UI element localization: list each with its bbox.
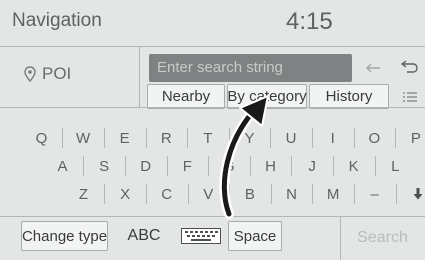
key-dash[interactable]: –	[357, 181, 392, 207]
key-x[interactable]: X	[108, 181, 143, 207]
key-u[interactable]: U	[274, 125, 309, 151]
tab-nearby[interactable]: Nearby	[147, 84, 225, 109]
key-separator	[104, 184, 106, 204]
key-separator	[395, 184, 397, 204]
return-icon	[401, 60, 418, 73]
key-separator	[353, 128, 355, 148]
key-k[interactable]: K	[336, 153, 371, 179]
key-e[interactable]: E	[107, 125, 142, 151]
key-separator	[270, 184, 272, 204]
key-m[interactable]: M	[316, 181, 351, 207]
return-button[interactable]	[396, 54, 424, 80]
key-s[interactable]: S	[87, 153, 122, 179]
key-separator	[62, 128, 64, 148]
key-o[interactable]: O	[357, 125, 392, 151]
key-d[interactable]: D	[128, 153, 163, 179]
down-arrow-icon	[413, 188, 423, 200]
key-y[interactable]: Y	[232, 125, 267, 151]
location-pin-icon	[24, 66, 36, 82]
key-r[interactable]: R	[149, 125, 184, 151]
keyboard-icon[interactable]	[181, 228, 221, 244]
key-b[interactable]: B	[232, 181, 267, 207]
key-separator	[83, 156, 85, 176]
key-separator	[311, 128, 313, 148]
key-separator	[145, 184, 147, 204]
key-q[interactable]: Q	[24, 125, 59, 151]
key-separator	[249, 156, 251, 176]
key-t[interactable]: T	[190, 125, 225, 151]
key-separator	[353, 184, 355, 204]
backspace-arrow-icon	[366, 63, 380, 73]
navigation-screen: Navigation 4:15 POI Enter search string …	[0, 0, 425, 260]
key-g[interactable]: G	[211, 153, 246, 179]
list-icon	[403, 92, 417, 102]
search-input[interactable]: Enter search string	[149, 54, 352, 82]
clock: 4:15	[286, 8, 333, 35]
screen-title: Navigation	[12, 10, 102, 31]
key-z[interactable]: Z	[66, 181, 101, 207]
shift-key[interactable]	[401, 181, 425, 207]
key-n[interactable]: N	[274, 181, 309, 207]
key-separator	[374, 156, 376, 176]
poi-selector[interactable]: POI	[0, 47, 140, 107]
key-separator	[228, 128, 230, 148]
key-separator	[332, 156, 334, 176]
tab-by-category[interactable]: By category	[227, 84, 307, 109]
key-separator	[208, 156, 210, 176]
key-j[interactable]: J	[295, 153, 330, 179]
key-p[interactable]: P	[398, 125, 425, 151]
key-separator	[124, 156, 126, 176]
abc-button[interactable]: ABC	[122, 221, 166, 251]
tabs-divider	[0, 107, 425, 108]
key-a[interactable]: A	[45, 153, 80, 179]
list-button[interactable]	[396, 86, 424, 108]
backspace-button[interactable]	[360, 56, 386, 80]
key-separator	[270, 128, 272, 148]
key-separator	[395, 128, 397, 148]
key-separator	[187, 184, 189, 204]
key-v[interactable]: V	[191, 181, 226, 207]
search-button[interactable]: Search	[340, 221, 425, 255]
tab-history[interactable]: History	[309, 84, 389, 109]
key-c[interactable]: C	[149, 181, 184, 207]
key-separator	[103, 128, 105, 148]
keyboard-divider	[0, 216, 425, 217]
key-f[interactable]: F	[170, 153, 205, 179]
space-button[interactable]: Space	[228, 221, 282, 251]
key-separator	[187, 128, 189, 148]
key-separator	[291, 156, 293, 176]
key-separator	[229, 184, 231, 204]
poi-label: POI	[42, 64, 72, 83]
key-h[interactable]: H	[253, 153, 288, 179]
key-i[interactable]: I	[315, 125, 350, 151]
search-placeholder: Enter search string	[157, 59, 283, 76]
key-separator	[312, 184, 314, 204]
key-w[interactable]: W	[66, 125, 101, 151]
change-type-button[interactable]: Change type	[21, 221, 108, 251]
key-separator	[166, 156, 168, 176]
key-l[interactable]: L	[378, 153, 413, 179]
key-separator	[145, 128, 147, 148]
